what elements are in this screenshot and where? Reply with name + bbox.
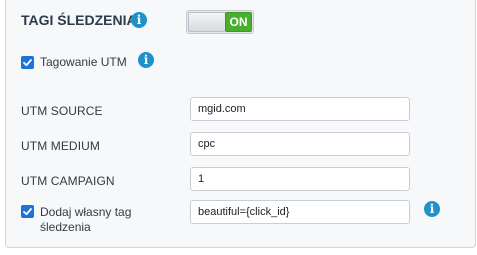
utm-campaign-input[interactable]	[190, 167, 410, 191]
utm-medium-input[interactable]	[190, 132, 410, 156]
checkmark-icon	[23, 208, 32, 216]
tracking-toggle[interactable]: ON	[186, 10, 254, 34]
info-icon[interactable]: i	[131, 12, 147, 28]
utm-tagging-checkbox[interactable]	[21, 56, 34, 69]
checkmark-icon	[23, 59, 32, 67]
toggle-knob	[188, 12, 226, 32]
custom-tag-label-line2: śledzenia	[40, 220, 91, 234]
toggle-on-label: ON	[225, 12, 252, 32]
utm-source-input[interactable]	[190, 97, 410, 121]
info-icon[interactable]: i	[138, 52, 154, 68]
utm-source-label: UTM SOURCE	[21, 104, 103, 118]
custom-tag-checkbox[interactable]	[21, 205, 34, 218]
utm-campaign-label: UTM CAMPAIGN	[21, 174, 115, 188]
utm-tagging-label: Tagowanie UTM	[40, 55, 127, 69]
custom-tag-input[interactable]	[190, 200, 410, 224]
utm-medium-label: UTM MEDIUM	[21, 139, 100, 153]
custom-tag-label-line1: Dodaj własny tag	[40, 205, 132, 219]
section-title: TAGI ŚLEDZENIA	[21, 12, 137, 28]
info-icon[interactable]: i	[424, 201, 440, 217]
